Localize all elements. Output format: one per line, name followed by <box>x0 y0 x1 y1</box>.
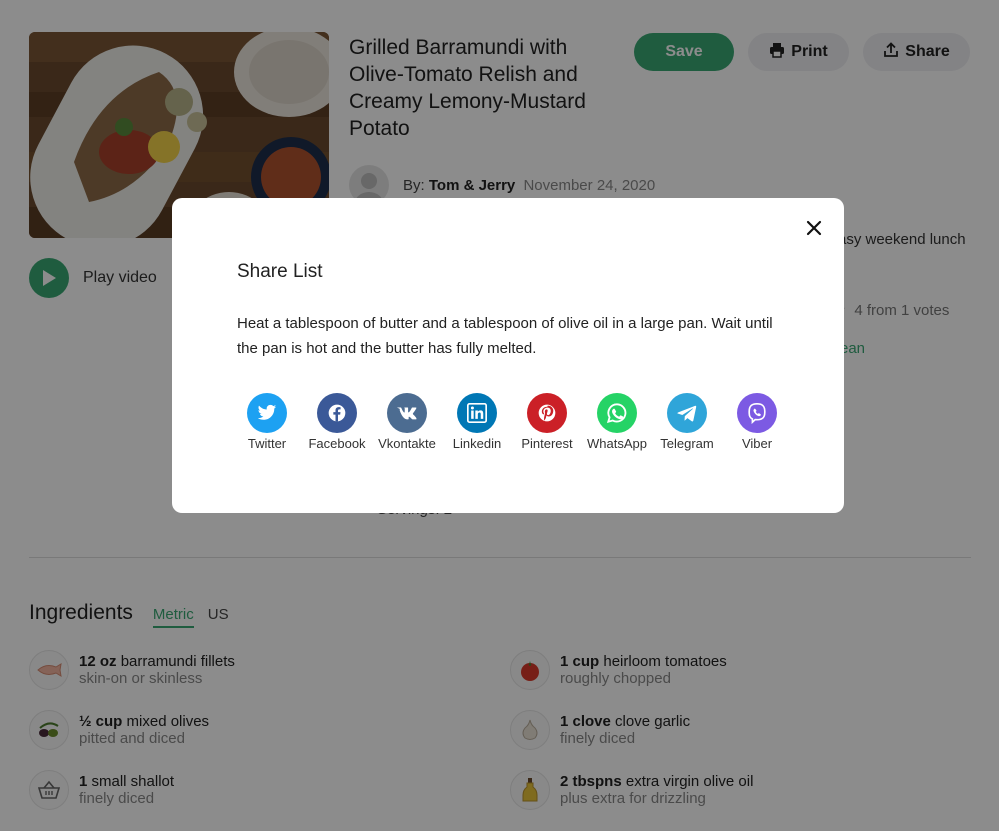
share-label: Twitter <box>247 436 287 451</box>
facebook-icon <box>317 393 357 433</box>
share-telegram[interactable]: Telegram <box>652 393 722 451</box>
share-label: Telegram <box>660 436 714 451</box>
share-pinterest[interactable]: Pinterest <box>512 393 582 451</box>
share-label: Viber <box>741 436 773 451</box>
modal-title: Share List <box>237 261 323 282</box>
share-vkontakte[interactable]: Vkontakte <box>372 393 442 451</box>
telegram-icon <box>667 393 707 433</box>
pinterest-icon <box>527 393 567 433</box>
share-network-list: Twitter Facebook Vkontakte Linkedin Pint… <box>232 393 792 451</box>
linkedin-icon <box>457 393 497 433</box>
share-label: Pinterest <box>521 436 573 451</box>
share-whatsapp[interactable]: WhatsApp <box>582 393 652 451</box>
share-label: Facebook <box>308 436 366 451</box>
share-label: Linkedin <box>452 436 502 451</box>
share-viber[interactable]: Viber <box>722 393 792 451</box>
modal-text: Heat a tablespoon of butter and a tables… <box>237 315 773 357</box>
vk-icon <box>387 393 427 433</box>
share-label: WhatsApp <box>587 436 647 451</box>
close-icon[interactable] <box>802 216 826 240</box>
viber-icon <box>737 393 777 433</box>
share-label: Vkontakte <box>378 436 436 451</box>
twitter-icon <box>247 393 287 433</box>
whatsapp-icon <box>597 393 637 433</box>
share-twitter[interactable]: Twitter <box>232 393 302 451</box>
share-modal: Share List Heat a tablespoon of butter a… <box>172 198 844 513</box>
share-facebook[interactable]: Facebook <box>302 393 372 451</box>
share-linkedin[interactable]: Linkedin <box>442 393 512 451</box>
